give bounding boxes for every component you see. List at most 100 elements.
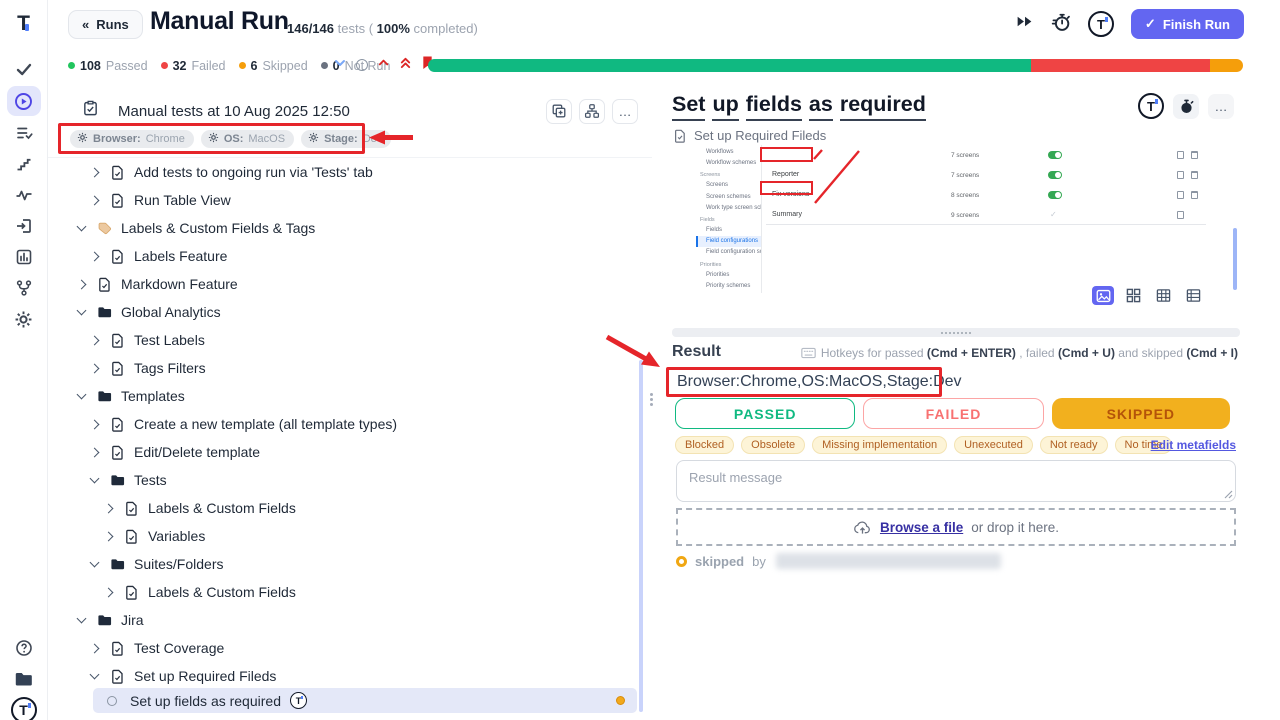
tag-os-macos[interactable]: OS:MacOS bbox=[201, 130, 294, 148]
progress-skipped-segment bbox=[1210, 59, 1243, 72]
tree-item[interactable]: Test Coverage bbox=[48, 634, 636, 662]
back-to-runs-button[interactable]: « Runs bbox=[68, 10, 143, 39]
timer-button[interactable] bbox=[1173, 94, 1199, 119]
image-view-icon[interactable] bbox=[1092, 286, 1114, 305]
tree-scrollbar[interactable] bbox=[639, 360, 643, 712]
table-view-icon[interactable] bbox=[1152, 286, 1174, 305]
runs-nav-play-icon[interactable] bbox=[7, 86, 41, 116]
meta-tag-not-ready[interactable]: Not ready bbox=[1040, 436, 1108, 454]
branch-nav-icon[interactable] bbox=[7, 273, 41, 303]
tree-item[interactable]: Edit/Delete template bbox=[48, 438, 636, 466]
detail-scrollbar[interactable] bbox=[1233, 228, 1237, 290]
result-section-drag-handle[interactable] bbox=[672, 328, 1240, 337]
chevron-right-icon[interactable] bbox=[104, 531, 114, 541]
test-status-radio-icon[interactable] bbox=[107, 696, 117, 706]
selected-test-row[interactable]: Set up fields as required T bbox=[93, 688, 637, 713]
chevron-right-icon[interactable] bbox=[90, 419, 100, 429]
import-nav-icon[interactable] bbox=[7, 211, 41, 241]
tree-item[interactable]: Labels & Custom Fields bbox=[48, 494, 636, 522]
tag-browser-chrome[interactable]: Browser:Chrome bbox=[70, 130, 194, 148]
tree-item[interactable]: Tests bbox=[48, 466, 636, 494]
chevron-down-icon[interactable] bbox=[77, 306, 87, 316]
chevron-right-icon[interactable] bbox=[90, 335, 100, 345]
tag-stage-dev[interactable]: Stage:Dev bbox=[301, 130, 391, 148]
tree-item[interactable]: Add tests to ongoing run via 'Tests' tab bbox=[48, 158, 636, 186]
test-logo-badge: T bbox=[290, 692, 307, 709]
tree-item[interactable]: Suites/Folders bbox=[48, 550, 636, 578]
tests-nav-check-icon[interactable] bbox=[7, 54, 41, 84]
chevron-right-icon[interactable] bbox=[77, 279, 87, 289]
meta-tag-blocked[interactable]: Blocked bbox=[675, 436, 734, 454]
suite-breadcrumb[interactable]: Set up Required Fileds bbox=[673, 128, 826, 143]
user-avatar[interactable]: T bbox=[1088, 11, 1114, 37]
chevron-down-icon[interactable] bbox=[90, 670, 100, 680]
pulse-nav-icon[interactable] bbox=[7, 180, 41, 210]
chevron-up-icon[interactable] bbox=[377, 56, 390, 74]
tree-item[interactable]: Create a new template (all template type… bbox=[48, 410, 636, 438]
tree-item[interactable]: Labels & Custom Fields & Tags bbox=[48, 214, 636, 242]
profile-avatar[interactable]: T bbox=[7, 695, 41, 720]
passed-button[interactable]: PASSED bbox=[675, 398, 855, 429]
chevron-down-icon[interactable] bbox=[77, 222, 87, 232]
edit-metafields-link[interactable]: Edit metafields bbox=[1151, 438, 1236, 452]
tree-item[interactable]: Run Table View bbox=[48, 186, 636, 214]
tree-item[interactable]: Markdown Feature bbox=[48, 270, 636, 298]
failed-button[interactable]: FAILED bbox=[863, 398, 1043, 429]
chevron-right-icon[interactable] bbox=[90, 167, 100, 177]
help-icon[interactable] bbox=[7, 633, 41, 663]
chevron-right-icon[interactable] bbox=[90, 363, 100, 373]
chevron-right-icon[interactable] bbox=[104, 503, 114, 513]
list-view-icon[interactable] bbox=[1182, 286, 1204, 305]
collapse-chevron-down-icon[interactable] bbox=[333, 56, 347, 75]
duplicate-button[interactable] bbox=[546, 99, 572, 124]
chevron-down-icon[interactable] bbox=[90, 474, 100, 484]
test-more-options-button[interactable]: … bbox=[1208, 94, 1234, 119]
finish-run-button[interactable]: ✓ Finish Run bbox=[1131, 9, 1244, 39]
tree-item[interactable]: Set up Required Fileds bbox=[48, 662, 636, 690]
panel-resize-grip[interactable] bbox=[650, 393, 654, 406]
tree-item[interactable]: Jira bbox=[48, 606, 636, 634]
tree-item[interactable]: Templates bbox=[48, 382, 636, 410]
chevron-down-icon[interactable] bbox=[90, 558, 100, 568]
test-title[interactable]: Setupfieldsasrequired bbox=[672, 92, 933, 121]
settings-gear-icon[interactable] bbox=[7, 304, 41, 334]
steps-nav-icon[interactable] bbox=[7, 149, 41, 179]
meta-tag-unexecuted[interactable]: Unexecuted bbox=[954, 436, 1033, 454]
result-message-input[interactable] bbox=[676, 460, 1236, 502]
attachment-preview[interactable]: Workflows Workflow schemes Screens Scree… bbox=[696, 145, 1208, 293]
meta-tag-missing-implementation[interactable]: Missing implementation bbox=[812, 436, 947, 454]
tree-item[interactable]: Labels & Custom Fields bbox=[48, 578, 636, 606]
result-tags-value: Browser:Chrome,OS:MacOS,Stage:Dev bbox=[677, 373, 962, 391]
projects-folder-icon[interactable] bbox=[7, 664, 41, 694]
app-logo[interactable]: T bbox=[7, 8, 41, 38]
circle-marker-icon[interactable] bbox=[356, 59, 368, 71]
chevron-right-icon[interactable] bbox=[90, 195, 100, 205]
browse-file-link[interactable]: Browse a file bbox=[880, 520, 963, 535]
notrun-dot bbox=[321, 62, 328, 69]
assignee-avatar[interactable]: T bbox=[1138, 93, 1164, 119]
timer-icon[interactable] bbox=[1051, 12, 1071, 37]
tree-view-button[interactable] bbox=[579, 99, 605, 124]
chevron-right-icon[interactable] bbox=[90, 447, 100, 457]
chevron-right-icon[interactable] bbox=[90, 251, 100, 261]
tree-item[interactable]: Test Labels bbox=[48, 326, 636, 354]
chevron-right-icon[interactable] bbox=[90, 643, 100, 653]
skipped-button[interactable]: SKIPPED bbox=[1052, 398, 1230, 429]
chevron-down-icon[interactable] bbox=[77, 390, 87, 400]
icon-rail: T T bbox=[0, 0, 48, 720]
plans-nav-list-check-icon[interactable] bbox=[7, 118, 41, 148]
more-options-button[interactable]: … bbox=[612, 99, 638, 124]
tree-item[interactable]: Global Analytics bbox=[48, 298, 636, 326]
file-dropzone[interactable]: Browse a file or drop it here. bbox=[676, 508, 1236, 546]
meta-tag-obsolete[interactable]: Obsolete bbox=[741, 436, 805, 454]
analytics-nav-icon[interactable] bbox=[7, 242, 41, 272]
tree-item[interactable]: Tags Filters bbox=[48, 354, 636, 382]
chevron-down-icon[interactable] bbox=[77, 614, 87, 624]
tree-item[interactable]: Variables bbox=[48, 522, 636, 550]
skipped-donut-icon bbox=[676, 556, 687, 567]
chevrons-up-icon[interactable] bbox=[399, 55, 412, 75]
chevron-right-icon[interactable] bbox=[104, 587, 114, 597]
grid-view-icon[interactable] bbox=[1122, 286, 1144, 305]
fast-forward-icon[interactable] bbox=[1015, 12, 1034, 36]
tree-item[interactable]: Labels Feature bbox=[48, 242, 636, 270]
